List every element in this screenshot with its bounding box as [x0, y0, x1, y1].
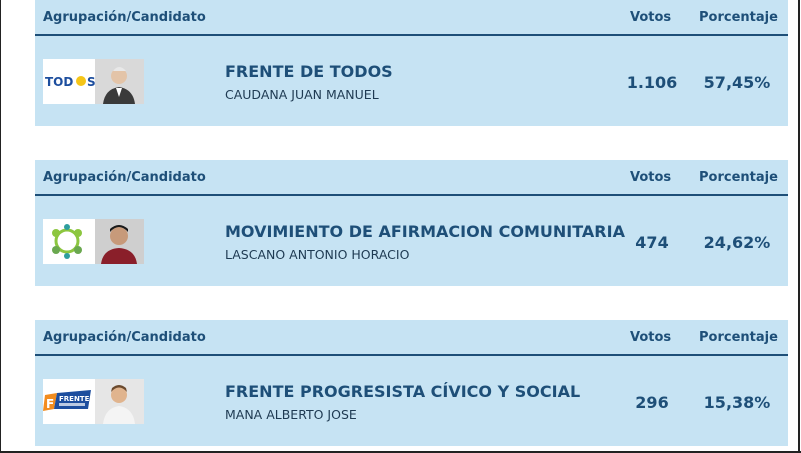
result-row: TOD S FRENTE DE TODOS CAUDANA JUAN MANUE…: [35, 36, 788, 126]
party-logo-candidate-photo: F FRENTE: [43, 379, 144, 424]
party-logo-candidate-photo: [43, 219, 144, 264]
vote-percentage: 57,45%: [703, 73, 771, 92]
header-votes-label: Votos: [630, 170, 672, 185]
party-name: FRENTE PROGRESISTA CÍVICO Y SOCIAL: [225, 382, 581, 401]
results-header: Agrupación/Candidato Votos Porcentaje: [35, 160, 788, 196]
vote-count: 1.106: [626, 73, 678, 92]
candidate-name: MANA ALBERTO JOSE: [225, 407, 357, 422]
header-group-label: Agrupación/Candidato: [43, 330, 206, 345]
vote-count: 474: [635, 233, 669, 252]
result-row: MOVIMIENTO DE AFIRMACION COMUNITARIA LAS…: [35, 196, 788, 286]
vote-percentage: 24,62%: [703, 233, 771, 252]
header-percent-label: Porcentaje: [699, 10, 778, 25]
svg-text:F: F: [46, 397, 54, 411]
party-logo-mac-icon: [43, 219, 144, 264]
party-logo-candidate-photo: TOD S: [43, 59, 144, 104]
window-border-left: [0, 0, 1, 453]
party-name: MOVIMIENTO DE AFIRMACION COMUNITARIA: [225, 222, 625, 241]
window-border-right: [798, 0, 800, 453]
results-header: Agrupación/Candidato Votos Porcentaje: [35, 0, 788, 36]
result-block-2: Agrupación/Candidato Votos Porcentaje MO…: [35, 160, 788, 288]
vote-percentage: 15,38%: [703, 393, 771, 412]
svg-text:TOD: TOD: [45, 75, 73, 89]
result-block-3: Agrupación/Candidato Votos Porcentaje F …: [35, 320, 788, 448]
vote-count: 296: [635, 393, 669, 412]
header-group-label: Agrupación/Candidato: [43, 170, 206, 185]
party-name: FRENTE DE TODOS: [225, 62, 393, 81]
header-votes-label: Votos: [630, 10, 672, 25]
candidate-name: LASCANO ANTONIO HORACIO: [225, 247, 410, 262]
results-header: Agrupación/Candidato Votos Porcentaje: [35, 320, 788, 356]
header-votes-label: Votos: [630, 330, 672, 345]
svg-text:FRENTE: FRENTE: [59, 395, 90, 403]
header-group-label: Agrupación/Candidato: [43, 10, 206, 25]
result-row: F FRENTE FRENTE PROGRESISTA CÍVICO Y SOC…: [35, 356, 788, 446]
party-logo-todos-icon: TOD S: [43, 59, 144, 104]
header-percent-label: Porcentaje: [699, 170, 778, 185]
result-block-1: Agrupación/Candidato Votos Porcentaje TO…: [35, 0, 788, 128]
svg-text:S: S: [87, 75, 96, 89]
header-percent-label: Porcentaje: [699, 330, 778, 345]
party-logo-frente-icon: F FRENTE: [43, 379, 144, 424]
candidate-name: CAUDANA JUAN MANUEL: [225, 87, 379, 102]
